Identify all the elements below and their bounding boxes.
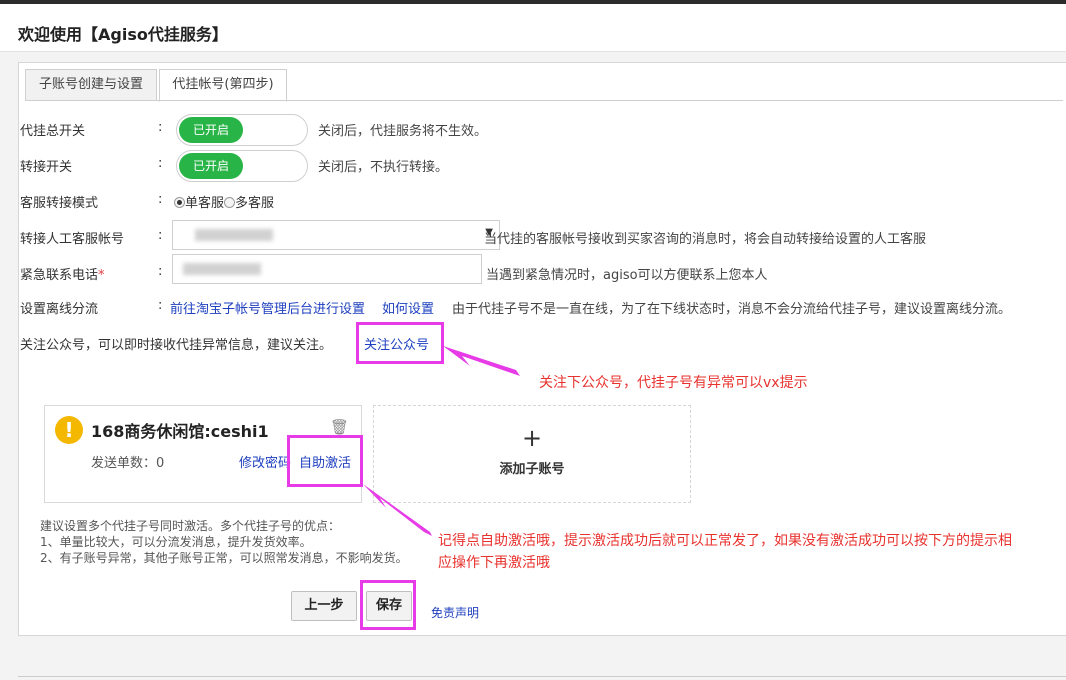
radio-multi-agent[interactable] bbox=[224, 197, 236, 208]
tab-proxy-account[interactable]: 代挂帐号(第四步) bbox=[159, 69, 287, 102]
tip-line: 2、有子账号异常，其他子账号正常，可以照常发消息，不影响发货。 bbox=[40, 551, 408, 565]
activate-annotation-line1: 记得点自助激活哦，提示激活成功后就可以正常发了，如果没有激活成功可以按下方的提示… bbox=[438, 533, 1012, 549]
master-switch-desc: 关闭后，代挂服务将不生效。 bbox=[318, 124, 488, 139]
activate-highlight-box bbox=[287, 435, 363, 487]
follow-text: 关注公众号，可以即时接收代挂异常信息，建议关注。 bbox=[20, 338, 333, 353]
tab-divider bbox=[25, 100, 1063, 101]
change-password-link[interactable]: 修改密码 bbox=[239, 452, 291, 471]
row-follow: 关注公众号，可以即时接收代挂异常信息，建议关注。 关注公众号 bbox=[20, 328, 1040, 358]
disclaimer-link[interactable]: 免责声明 bbox=[431, 604, 479, 621]
sent-count: 发送单数：0 bbox=[91, 456, 165, 471]
colon: : bbox=[158, 156, 163, 171]
row-offline-routing: 设置离线分流 : 前往淘宝子帐号管理后台进行设置 如何设置 由于代挂子号不是一直… bbox=[20, 292, 1040, 322]
colon: : bbox=[158, 192, 163, 207]
page-title: 欢迎使用【Agiso代挂服务】 bbox=[18, 25, 228, 44]
add-subaccount-label: 添加子账号 bbox=[499, 462, 565, 477]
add-subaccount-card[interactable]: + 添加子账号 bbox=[373, 405, 691, 503]
radio-multi-agent-label: 多客服 bbox=[235, 196, 275, 211]
follow-highlight-box bbox=[356, 322, 444, 364]
tip-line: 1、单量比较大，可以分流发消息，提升发货效率。 bbox=[40, 535, 312, 549]
subaccount-name: 168商务休闲馆:ceshi1 bbox=[91, 422, 269, 441]
agent-account-select[interactable]: ▼ bbox=[172, 220, 500, 250]
agent-account-desc: 当代挂的客服帐号接收到买家咨询的消息时，将会自动转接给设置的人工客服 bbox=[484, 232, 927, 247]
radio-single-agent[interactable] bbox=[174, 197, 185, 208]
blurred-value bbox=[183, 263, 261, 275]
trash-icon[interactable]: 🗑 bbox=[330, 418, 349, 436]
toggle-state: 已开启 bbox=[179, 153, 243, 179]
row-agent-account: 转接人工客服帐号 : ▼ 当代挂的客服帐号接收到买家咨询的消息时，将会自动转接给… bbox=[20, 220, 1040, 252]
plus-icon: + bbox=[521, 424, 543, 452]
tab-subaccount-setup[interactable]: 子账号创建与设置 bbox=[25, 69, 157, 101]
colon: : bbox=[158, 228, 163, 243]
page-header: 欢迎使用【Agiso代挂服务】 bbox=[0, 4, 1066, 52]
how-to-set-link[interactable]: 如何设置 bbox=[382, 298, 434, 317]
row-transfer-switch: 转接开关 : 已开启 关闭后，不执行转接。 bbox=[20, 150, 1040, 182]
transfer-switch-label: 转接开关 bbox=[20, 160, 73, 175]
save-highlight-box bbox=[360, 580, 416, 630]
footer-divider bbox=[18, 676, 1066, 677]
emergency-phone-input[interactable] bbox=[172, 254, 482, 284]
blurred-value bbox=[195, 229, 273, 241]
emergency-phone-label: 紧急联系电话* bbox=[20, 268, 105, 283]
master-switch-label: 代挂总开关 bbox=[20, 124, 86, 139]
transfer-switch-desc: 关闭后，不执行转接。 bbox=[318, 160, 449, 175]
prev-step-button[interactable]: 上一步 bbox=[291, 591, 357, 621]
activate-annotation-line2: 应操作下再激活哦 bbox=[438, 555, 550, 571]
row-transfer-mode: 客服转接模式 : 单客服 多客服 bbox=[20, 186, 1040, 216]
taobao-subaccount-link[interactable]: 前往淘宝子帐号管理后台进行设置 bbox=[170, 298, 365, 317]
transfer-mode-options: 单客服 多客服 bbox=[174, 192, 274, 211]
agent-account-label: 转接人工客服帐号 bbox=[20, 232, 125, 247]
radio-single-agent-label: 单客服 bbox=[185, 196, 225, 211]
row-master-switch: 代挂总开关 : 已开启 关闭后，代挂服务将不生效。 bbox=[20, 114, 1040, 146]
follow-annotation: 关注下公众号，代挂子号有异常可以vx提示 bbox=[539, 375, 808, 391]
offline-routing-label: 设置离线分流 bbox=[20, 302, 99, 317]
transfer-mode-label: 客服转接模式 bbox=[20, 196, 99, 211]
tips-block: 建议设置多个代挂子号同时激活。多个代挂子号的优点： 1、单量比较大，可以分流发消… bbox=[40, 518, 408, 566]
tip-line: 建议设置多个代挂子号同时激活。多个代挂子号的优点： bbox=[40, 519, 341, 533]
row-emergency-phone: 紧急联系电话* : 当遇到紧急情况时，agiso可以方便联系上您本人 bbox=[20, 254, 1040, 288]
colon: : bbox=[158, 120, 163, 135]
transfer-switch-toggle[interactable]: 已开启 bbox=[176, 150, 308, 182]
emergency-phone-desc: 当遇到紧急情况时，agiso可以方便联系上您本人 bbox=[486, 268, 768, 283]
colon: : bbox=[158, 298, 163, 313]
offline-routing-desc: 由于代挂子号不是一直在线，为了在下线状态时，消息不会分流给代挂子号，建议设置离线… bbox=[452, 302, 1012, 317]
toggle-state: 已开启 bbox=[179, 117, 243, 143]
colon: : bbox=[158, 264, 163, 279]
master-switch-toggle[interactable]: 已开启 bbox=[176, 114, 308, 146]
warning-icon: ! bbox=[55, 416, 83, 444]
